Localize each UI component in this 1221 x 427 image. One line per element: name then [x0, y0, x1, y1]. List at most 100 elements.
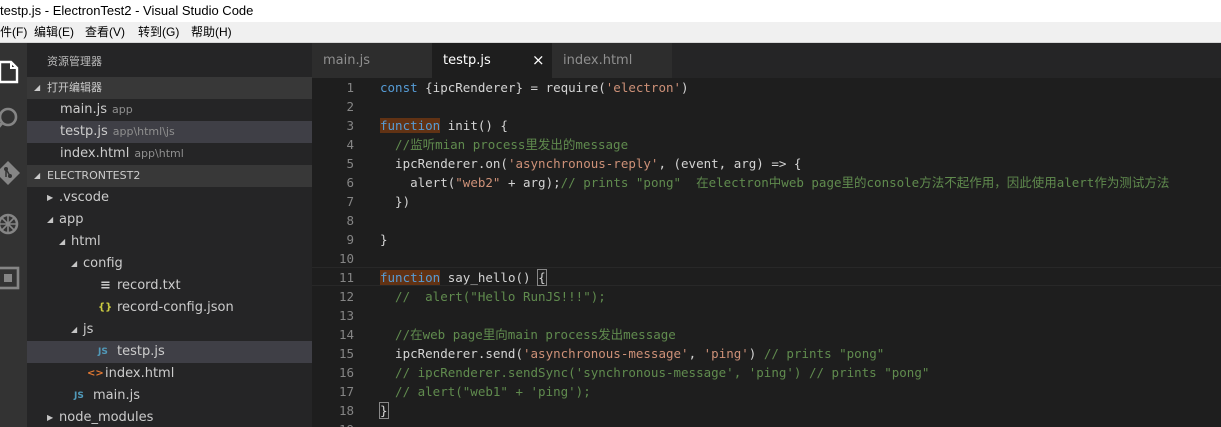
tree-file[interactable]: {} record-config.json [27, 297, 312, 319]
tab-main-js[interactable]: main.js [312, 43, 432, 78]
code-token: { [537, 269, 547, 286]
close-icon[interactable]: × [532, 43, 545, 78]
code-token: 'ping' [703, 346, 749, 361]
chevron-down-icon: ◢ [47, 215, 54, 224]
line-number: 18 [338, 403, 354, 418]
code-line[interactable]: // alert("Hello RunJS!!!"); [380, 287, 606, 306]
code-token: //在web page里向main process发出message [380, 327, 676, 342]
tree-file[interactable]: JS main.js [27, 385, 312, 407]
code-line[interactable]: alert("web2" + arg);// prints "pong" 在el… [380, 173, 1169, 192]
code-token: 'asynchronous-message' [523, 346, 689, 361]
code-line[interactable]: const {ipcRenderer} = require('electron'… [380, 78, 689, 97]
menu-goto[interactable]: 转到(G) [138, 22, 179, 42]
line-number: 11 [338, 270, 354, 285]
code-token: 'electron' [605, 80, 682, 95]
code-token: // alert("Hello RunJS!!!"); [380, 289, 606, 304]
code-token: ipcRenderer.send( [380, 346, 523, 361]
line-number: 16 [338, 365, 354, 380]
line-number: 19 [312, 420, 354, 427]
chevron-right-icon: ▶ [47, 413, 54, 422]
explorer-title: 资源管理器 [47, 55, 102, 68]
code-line[interactable]: function say_hello() { [380, 268, 547, 287]
json-file-icon: {} [98, 302, 113, 313]
menu-view[interactable]: 查看(V) [85, 22, 125, 42]
line-number: 4 [346, 137, 354, 152]
tree-folder[interactable]: ◢ html [27, 231, 312, 253]
line-number: 13 [338, 308, 354, 323]
tab-testp-js[interactable]: testp.js × [432, 43, 552, 78]
open-editor-item[interactable]: index.html app\html [27, 143, 312, 165]
code-token: say_hello() [440, 270, 539, 285]
code-line[interactable]: function init() { [380, 116, 508, 135]
tree-file[interactable]: ≡ record.txt [27, 275, 312, 297]
tree-file[interactable]: JS testp.js [27, 341, 312, 363]
title-bar: testp.js - ElectronTest2 - Visual Studio… [0, 0, 1221, 22]
menu-help[interactable]: 帮助(H) [191, 22, 232, 42]
code-line[interactable]: } [379, 401, 389, 420]
line-number: 12 [338, 289, 354, 304]
code-line[interactable]: } [380, 230, 388, 249]
code-editor[interactable]: 1 const {ipcRenderer} = require('electron… [312, 78, 1221, 427]
tree-folder[interactable]: ◢ js [27, 319, 312, 341]
line-number: 7 [346, 194, 354, 209]
git-icon[interactable] [0, 156, 27, 190]
code-token: {ipcRenderer} = require( [425, 80, 606, 95]
line-number: 1 [346, 80, 354, 95]
code-token: }) [380, 194, 411, 209]
code-token: // alert("web1" + 'ping'); [380, 384, 591, 399]
chevron-down-icon: ◢ [59, 237, 66, 246]
line-number: 8 [346, 213, 354, 228]
tree-folder[interactable]: ▶ node_modules [27, 407, 312, 427]
open-editor-item[interactable]: main.js app [27, 99, 312, 121]
code-token: ) [681, 80, 689, 95]
code-token: alert( [380, 175, 456, 190]
code-token: } [379, 402, 389, 419]
menu-bar: 件(F) 编辑(E) 查看(V) 转到(G) 帮助(H) [0, 22, 1221, 43]
files-icon[interactable] [0, 55, 27, 89]
code-token: + arg); [500, 175, 561, 190]
chevron-down-icon: ◢ [34, 83, 41, 92]
chevron-down-icon: ◢ [34, 171, 41, 180]
code-token: , (event, arg) => { [658, 156, 802, 171]
code-line[interactable]: // alert("web1" + 'ping'); [380, 382, 591, 401]
js-file-icon: JS [74, 391, 84, 401]
tree-folder[interactable]: ▶ .vscode [27, 187, 312, 209]
tree-folder[interactable]: ◢ app [27, 209, 312, 231]
line-number: 5 [346, 156, 354, 171]
line-number: 15 [338, 346, 354, 361]
code-token: const [380, 80, 426, 95]
debug-icon[interactable] [0, 207, 27, 241]
code-line[interactable]: }) [380, 192, 410, 211]
code-token: init() { [440, 118, 508, 133]
chevron-down-icon: ◢ [71, 325, 78, 334]
line-number: 6 [346, 175, 354, 190]
code-line[interactable]: ipcRenderer.on('asynchronous-reply', (ev… [380, 154, 801, 173]
line-number: 9 [346, 232, 354, 247]
code-token: , [688, 346, 704, 361]
line-number: 3 [346, 118, 354, 133]
menu-edit[interactable]: 编辑(E) [34, 22, 74, 42]
code-token: ipcRenderer.on( [380, 156, 508, 171]
code-token: } [380, 232, 388, 247]
open-editor-item[interactable]: testp.js app\html\js [27, 121, 312, 143]
code-line[interactable]: //在web page里向main process发出message [380, 325, 676, 344]
line-number: 10 [338, 251, 354, 266]
tree-folder[interactable]: ◢ config [27, 253, 312, 275]
text-file-icon: ≡ [100, 278, 111, 293]
search-icon[interactable] [0, 102, 27, 136]
code-line[interactable]: // ipcRenderer.sendSync('synchronous-mes… [380, 363, 929, 382]
code-line[interactable]: ipcRenderer.send('asynchronous-message',… [380, 344, 884, 363]
tree-file[interactable]: <> index.html [27, 363, 312, 385]
tab-index-html[interactable]: index.html [552, 43, 672, 78]
code-token: // ipcRenderer.sendSync('synchronous-mes… [380, 365, 930, 380]
code-token: 'asynchronous-reply' [507, 156, 659, 171]
code-line[interactable]: //监听mian process里发出的message [380, 135, 628, 154]
window-title: testp.js - ElectronTest2 - Visual Studio… [0, 3, 254, 18]
code-token: ) [748, 346, 764, 361]
open-editors-header[interactable]: ◢ 打开编辑器 [27, 77, 312, 99]
extensions-icon[interactable] [0, 261, 27, 295]
activity-bar [0, 43, 27, 427]
project-header[interactable]: ◢ ELECTRONTEST2 [27, 165, 312, 187]
menu-file[interactable]: 件(F) [0, 22, 27, 42]
line-number: 17 [338, 384, 354, 399]
